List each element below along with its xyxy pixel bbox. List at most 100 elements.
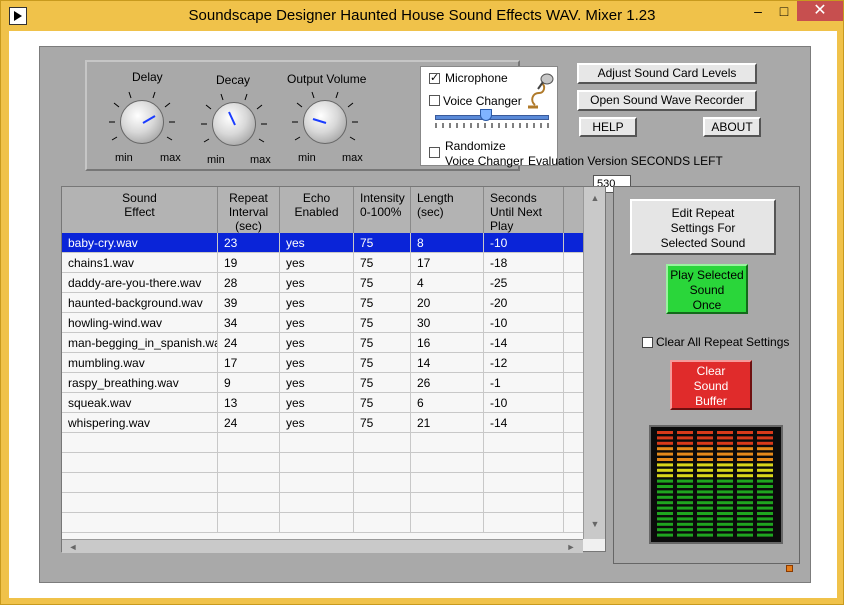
header-echo-enabled[interactable]: Echo Enabled: [280, 187, 354, 233]
vu-segment: [677, 431, 693, 434]
vu-segment: [697, 522, 713, 526]
table-row[interactable]: chains1.wav 19 yes 75 17 -18: [62, 253, 583, 273]
microphone-checkbox[interactable]: ✓: [429, 73, 440, 84]
play-selected-sound-button[interactable]: Play Selected Sound Once: [666, 264, 748, 314]
empty-table-row[interactable]: [62, 473, 583, 493]
decay-knob[interactable]: [212, 102, 256, 146]
maximize-button[interactable]: □: [771, 1, 797, 21]
output-volume-knob[interactable]: [303, 100, 347, 144]
cell-length: 14: [411, 353, 484, 373]
header-seconds-until-next-play[interactable]: Seconds Until Next Play: [484, 187, 564, 233]
vu-segment: [757, 447, 773, 451]
title-bar[interactable]: Soundscape Designer Haunted House Sound …: [1, 1, 843, 31]
table-body: baby-cry.wav 23 yes 75 8 -10 chains1.wav…: [62, 233, 583, 539]
clear-all-repeat-checkbox[interactable]: [642, 337, 653, 348]
vu-segment: [657, 452, 673, 456]
evaluation-label: Evaluation Version SECONDS LEFT: [528, 154, 723, 168]
table-row[interactable]: raspy_breathing.wav 9 yes 75 26 -1: [62, 373, 583, 393]
cell-repeat: 34: [218, 313, 280, 333]
table-row[interactable]: man-begging_in_spanish.wav 24 yes 75 16 …: [62, 333, 583, 353]
open-sound-wave-recorder-button[interactable]: Open Sound Wave Recorder: [577, 90, 757, 111]
cell-until-next: -10: [484, 313, 564, 333]
vu-segment: [657, 447, 673, 451]
table-row[interactable]: baby-cry.wav 23 yes 75 8 -10: [62, 233, 583, 253]
edit-repeat-settings-button[interactable]: Edit Repeat Settings For Selected Sound: [630, 199, 776, 255]
vu-segment: [657, 522, 673, 526]
voice-changer-box: ✓ Microphone Voice Changer Randomize Voi…: [420, 66, 558, 168]
vu-segment: [757, 495, 773, 499]
vu-segment: [717, 490, 733, 494]
vu-segment: [757, 533, 773, 537]
randomize-checkbox[interactable]: [429, 147, 440, 158]
cell-sound-effect: man-begging_in_spanish.wav: [62, 333, 218, 353]
vu-segment: [757, 431, 773, 434]
header-repeat-interval[interactable]: Repeat Interval (sec): [218, 187, 280, 233]
table-row[interactable]: daddy-are-you-there.wav 28 yes 75 4 -25: [62, 273, 583, 293]
header-spacer: [564, 187, 583, 233]
vu-segment: [657, 512, 673, 515]
vu-segment: [697, 441, 713, 445]
vu-segment: [717, 458, 733, 461]
voice-changer-slider-track[interactable]: [435, 115, 549, 120]
close-button[interactable]: ✕: [797, 1, 843, 21]
vu-segment: [677, 533, 693, 537]
vu-segment: [657, 458, 673, 461]
header-intensity[interactable]: Intensity 0-100%: [354, 187, 411, 233]
vu-segment: [737, 431, 753, 434]
cell-length: 26: [411, 373, 484, 393]
cell-length: 21: [411, 413, 484, 433]
help-button[interactable]: HELP: [579, 117, 637, 137]
cell-until-next: -14: [484, 333, 564, 353]
cell-intensity: 75: [354, 373, 411, 393]
vu-segment: [677, 512, 693, 515]
vu-segment: [697, 528, 713, 532]
empty-table-row[interactable]: [62, 433, 583, 453]
vu-segment: [757, 528, 773, 532]
adjust-sound-card-button[interactable]: Adjust Sound Card Levels: [577, 63, 757, 84]
empty-table-row[interactable]: [62, 453, 583, 473]
scroll-right-icon[interactable]: ►: [564, 540, 578, 554]
vu-segment: [657, 485, 673, 488]
vu-segment: [737, 533, 753, 537]
cell-length: 4: [411, 273, 484, 293]
delay-knob[interactable]: [120, 100, 164, 144]
scroll-down-icon[interactable]: ▼: [588, 517, 602, 531]
voice-changer-label: Voice Changer: [443, 94, 522, 108]
app-window: Soundscape Designer Haunted House Sound …: [0, 0, 844, 605]
header-length[interactable]: Length (sec): [411, 187, 484, 233]
about-button[interactable]: ABOUT: [703, 117, 761, 137]
cell-until-next: -25: [484, 273, 564, 293]
cell-echo: yes: [280, 253, 354, 273]
cell-sound-effect: chains1.wav: [62, 253, 218, 273]
cell-sound-effect: raspy_breathing.wav: [62, 373, 218, 393]
clear-sound-buffer-button[interactable]: Clear Sound Buffer: [670, 360, 752, 410]
cell-until-next: -14: [484, 413, 564, 433]
empty-table-row[interactable]: [62, 513, 583, 533]
vu-segment: [677, 474, 693, 478]
delay-max-label: max: [160, 152, 181, 164]
vu-meter-bars: [657, 431, 773, 537]
vu-segment: [677, 517, 693, 521]
scroll-up-icon[interactable]: ▲: [588, 191, 602, 205]
cell-intensity: 75: [354, 253, 411, 273]
vu-segment: [717, 485, 733, 488]
vertical-scrollbar[interactable]: ▲ ▼: [583, 187, 605, 539]
decay-label: Decay: [216, 73, 251, 87]
vu-segment: [717, 452, 733, 456]
table-row[interactable]: haunted-background.wav 39 yes 75 20 -20: [62, 293, 583, 313]
header-sound-effect[interactable]: Sound Effect: [62, 187, 218, 233]
cell-sound-effect: howling-wind.wav: [62, 313, 218, 333]
empty-table-row[interactable]: [62, 493, 583, 513]
scroll-left-icon[interactable]: ◄: [66, 540, 80, 554]
table-row[interactable]: whispering.wav 24 yes 75 21 -14: [62, 413, 583, 433]
vu-segment: [657, 431, 673, 434]
table-row[interactable]: howling-wind.wav 34 yes 75 30 -10: [62, 313, 583, 333]
vu-segment: [737, 479, 753, 483]
table-row[interactable]: squeak.wav 13 yes 75 6 -10: [62, 393, 583, 413]
minimize-button[interactable]: ‒: [745, 1, 771, 21]
vu-segment: [717, 512, 733, 515]
voice-changer-checkbox[interactable]: [429, 95, 440, 106]
table-row[interactable]: mumbling.wav 17 yes 75 14 -12: [62, 353, 583, 373]
vu-segment: [717, 463, 733, 467]
horizontal-scrollbar[interactable]: ◄ ►: [62, 539, 583, 553]
